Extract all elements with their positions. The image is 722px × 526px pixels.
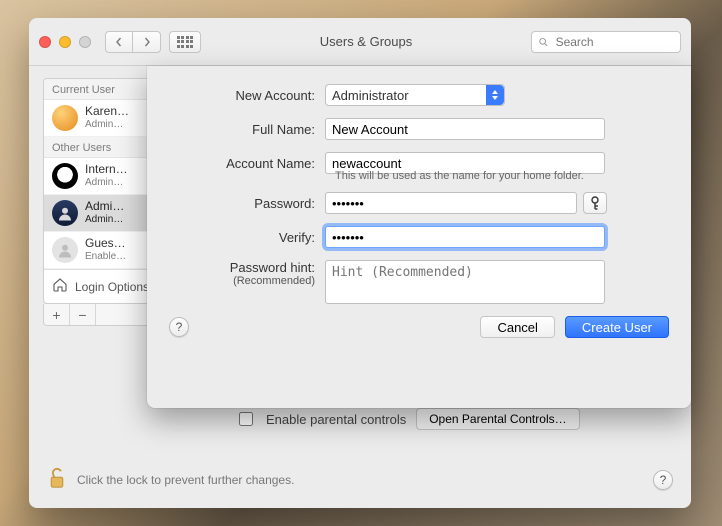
new-account-sheet: New Account: Administrator Full Name: Ac… bbox=[147, 66, 691, 408]
full-name-label: Full Name: bbox=[169, 122, 325, 137]
user-name: Karen… bbox=[85, 105, 129, 119]
lock-text: Click the lock to prevent further change… bbox=[77, 473, 294, 487]
grid-icon bbox=[177, 36, 194, 48]
nav-buttons bbox=[105, 31, 161, 53]
parental-label: Enable parental controls bbox=[266, 412, 406, 427]
user-role: Admin… bbox=[85, 177, 128, 189]
avatar bbox=[52, 163, 78, 189]
password-label: Password: bbox=[169, 196, 325, 211]
password-assistant-button[interactable] bbox=[583, 192, 607, 214]
account-type-select[interactable]: Administrator bbox=[325, 84, 505, 106]
password-input[interactable] bbox=[325, 192, 577, 214]
back-button[interactable] bbox=[105, 31, 133, 53]
create-user-button[interactable]: Create User bbox=[565, 316, 669, 338]
parental-checkbox[interactable] bbox=[239, 412, 253, 426]
user-role: Enable… bbox=[85, 251, 126, 263]
toolbar: Users & Groups bbox=[29, 18, 691, 66]
show-all-button[interactable] bbox=[169, 31, 201, 53]
user-name: Admi… bbox=[85, 200, 124, 214]
lock-footer: Click the lock to prevent further change… bbox=[29, 465, 691, 508]
key-icon bbox=[589, 196, 601, 210]
user-role: Admin… bbox=[85, 119, 129, 131]
hint-label: Password hint: (Recommended) bbox=[169, 260, 325, 287]
forward-button[interactable] bbox=[133, 31, 161, 53]
verify-label: Verify: bbox=[169, 230, 325, 245]
open-parental-controls-button[interactable]: Open Parental Controls… bbox=[416, 408, 579, 430]
parental-controls-row: Enable parental controls Open Parental C… bbox=[229, 408, 677, 430]
new-account-label: New Account: bbox=[169, 88, 325, 103]
avatar bbox=[52, 105, 78, 131]
search-icon bbox=[538, 36, 549, 48]
search-input[interactable] bbox=[554, 34, 674, 50]
avatar bbox=[52, 200, 78, 226]
unlocked-lock-icon[interactable] bbox=[47, 465, 67, 494]
cancel-button[interactable]: Cancel bbox=[480, 316, 554, 338]
verify-input[interactable] bbox=[325, 226, 605, 248]
account-name-label: Account Name: bbox=[169, 156, 325, 171]
account-type-value: Administrator bbox=[332, 88, 409, 103]
prefs-window: Users & Groups Current User Karen… Admin… bbox=[29, 18, 691, 508]
window-title: Users & Groups bbox=[320, 34, 412, 49]
sheet-help-button[interactable]: ? bbox=[169, 317, 189, 337]
search-field[interactable] bbox=[531, 31, 681, 53]
user-name: Intern… bbox=[85, 163, 128, 177]
login-options-label: Login Options bbox=[75, 280, 149, 294]
full-name-input[interactable] bbox=[325, 118, 605, 140]
house-icon bbox=[52, 277, 68, 296]
window-controls bbox=[39, 36, 91, 48]
user-name: Gues… bbox=[85, 237, 126, 251]
remove-user-button[interactable]: − bbox=[70, 304, 96, 325]
add-user-button[interactable]: + bbox=[44, 304, 70, 325]
help-button[interactable]: ? bbox=[653, 470, 673, 490]
close-window-icon[interactable] bbox=[39, 36, 51, 48]
zoom-window-icon bbox=[79, 36, 91, 48]
select-arrows-icon bbox=[486, 85, 504, 105]
password-hint-input[interactable] bbox=[325, 260, 605, 304]
user-role: Admin… bbox=[85, 214, 124, 226]
avatar bbox=[52, 237, 78, 263]
minimize-window-icon[interactable] bbox=[59, 36, 71, 48]
